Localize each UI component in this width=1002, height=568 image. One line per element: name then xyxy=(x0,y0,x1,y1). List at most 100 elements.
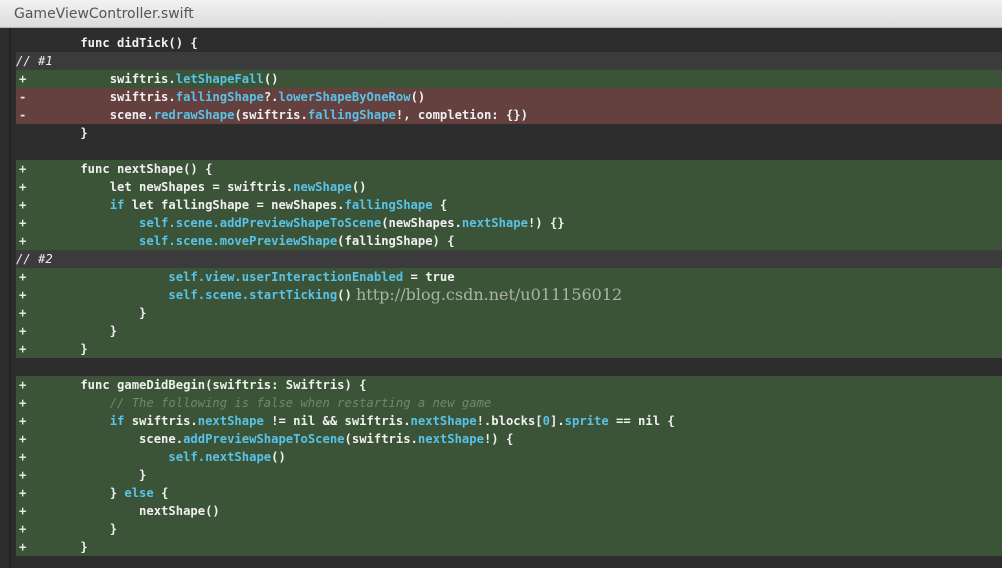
code-token: func nextShape() { xyxy=(51,162,213,176)
diff-line-added: + scene.addPreviewShapeToScene(swiftris.… xyxy=(16,430,1002,448)
code-text: } else { xyxy=(51,484,169,502)
code-token: } xyxy=(51,540,88,554)
diff-line-added: + } xyxy=(16,340,1002,358)
diff-line-added: + } xyxy=(16,304,1002,322)
code-token: else xyxy=(124,486,154,500)
code-token: !) {} xyxy=(527,216,565,230)
code-token: } xyxy=(51,126,88,140)
diff-marker: + xyxy=(19,378,27,392)
diff-marker: + xyxy=(19,486,27,500)
diff-marker: - xyxy=(19,108,27,122)
code-token: } xyxy=(51,342,88,356)
code-text: func gameDidBegin(swiftris: Swiftris) { xyxy=(51,376,366,394)
diff-line-added: + } xyxy=(16,322,1002,340)
code-text: self.scene.movePreviewShape(fallingShape… xyxy=(51,232,455,250)
diff-marker: + xyxy=(19,198,27,212)
diff-line-added: + let newShapes = swiftris.newShape() xyxy=(16,178,1002,196)
diff-line-added: + swiftris.letShapeFall() xyxy=(16,70,1002,88)
code-token: self.scene.addPreviewShapeToScene xyxy=(51,216,382,230)
code-token: () xyxy=(351,180,367,194)
diff-marker: + xyxy=(19,270,27,284)
diff-marker: + xyxy=(19,180,27,194)
code-token: if xyxy=(51,198,125,212)
diff-line-context: func didTick() { xyxy=(16,34,1002,52)
code-token: } xyxy=(51,486,125,500)
diff-line-added: + self.scene.addPreviewShapeToScene(newS… xyxy=(16,214,1002,232)
diff-line-comment: // #2 xyxy=(16,250,1002,268)
diff-marker: + xyxy=(19,540,27,554)
code-token: () xyxy=(337,288,352,302)
code-token: fallingShape xyxy=(307,108,396,122)
diff-line-added: + // The following is false when restart… xyxy=(16,394,1002,412)
code-text: scene.addPreviewShapeToScene(swiftris.ne… xyxy=(51,430,513,448)
code-token: !) { xyxy=(483,432,514,446)
diff-marker: - xyxy=(19,90,27,104)
code-text: if swiftris.nextShape != nil && swiftris… xyxy=(51,412,675,430)
code-token: { xyxy=(153,486,169,500)
diff-marker: + xyxy=(19,522,27,536)
diff-marker: + xyxy=(19,504,27,518)
diff-line-context xyxy=(16,358,1002,376)
code-text: self.scene.addPreviewShapeToScene(newSha… xyxy=(51,214,565,232)
diff-line-added: + self.nextShape() xyxy=(16,448,1002,466)
code-token: } xyxy=(51,324,118,338)
code-token: 0 xyxy=(542,414,550,428)
diff-marker: + xyxy=(19,162,27,176)
diff-line-added: + func nextShape() { xyxy=(16,160,1002,178)
code-text: // The following is false when restartin… xyxy=(51,394,492,412)
diff-line-removed: - swiftris.fallingShape?.lowerShapeByOne… xyxy=(16,88,1002,106)
code-token: self.scene.movePreviewShape xyxy=(51,234,338,248)
code-token: != nil && swiftris. xyxy=(263,414,411,428)
diff-line-removed: - scene.redrawShape(swiftris.fallingShap… xyxy=(16,106,1002,124)
code-token: !.blocks[ xyxy=(476,414,543,428)
code-text: let newShapes = swiftris.newShape() xyxy=(51,178,367,196)
code-token: (fallingShape) { xyxy=(337,234,455,248)
code-token: redrawShape xyxy=(153,108,235,122)
code-token: (newShapes. xyxy=(381,216,462,230)
code-text: } xyxy=(51,304,146,322)
code-text: func didTick() { xyxy=(51,34,198,52)
code-token: nextShape xyxy=(410,414,477,428)
diff-line-added: + self.view.userInteractionEnabled = tru… xyxy=(16,268,1002,286)
code-text: } xyxy=(51,322,117,340)
code-token: letShapeFall xyxy=(175,72,264,86)
diff-marker: + xyxy=(19,234,27,248)
code-text: } xyxy=(51,340,88,358)
code-token: !, completion: {}) xyxy=(395,108,528,122)
code-token: let newShapes = swiftris. xyxy=(51,180,294,194)
diff-line-added: + func gameDidBegin(swiftris: Swiftris) … xyxy=(16,376,1002,394)
code-token: lowerShapeByOneRow xyxy=(278,90,411,104)
diff-line-added: + self.scene.movePreviewShape(fallingSha… xyxy=(16,232,1002,250)
code-text: } xyxy=(51,520,117,538)
diff-marker: + xyxy=(19,288,27,302)
diff-marker: + xyxy=(19,324,27,338)
diff-line-added: + if swiftris.nextShape != nil && swiftr… xyxy=(16,412,1002,430)
diff-marker: + xyxy=(19,342,27,356)
code-token: (swiftris. xyxy=(344,432,418,446)
code-token: self.nextShape xyxy=(51,450,272,464)
code-token: scene. xyxy=(51,108,154,122)
code-token: () xyxy=(271,450,286,464)
file-name: GameViewController.swift xyxy=(14,5,194,22)
code-token: swiftris. xyxy=(124,414,198,428)
code-token: == nil { xyxy=(608,414,675,428)
code-text: self.nextShape() xyxy=(51,448,286,466)
diff-marker: + xyxy=(19,468,27,482)
code-token: nextShape xyxy=(197,414,264,428)
code-token: sprite xyxy=(564,414,609,428)
diff-line-added: + } xyxy=(16,520,1002,538)
diff-line-added: + } else { xyxy=(16,484,1002,502)
code-token: if xyxy=(51,414,125,428)
code-text: func nextShape() { xyxy=(51,160,212,178)
code-token: nextShape() xyxy=(51,504,220,518)
diff-marker: + xyxy=(19,306,27,320)
code-token: { xyxy=(432,198,448,212)
code-token: () xyxy=(263,72,279,86)
diff-marker: + xyxy=(19,432,27,446)
code-token: ?. xyxy=(263,90,279,104)
code-token: func didTick() { xyxy=(51,36,198,50)
code-token: swiftris. xyxy=(51,72,176,86)
code-token: nextShape xyxy=(461,216,528,230)
code-token: addPreviewShapeToScene xyxy=(183,432,345,446)
code-token: = true xyxy=(403,270,455,284)
